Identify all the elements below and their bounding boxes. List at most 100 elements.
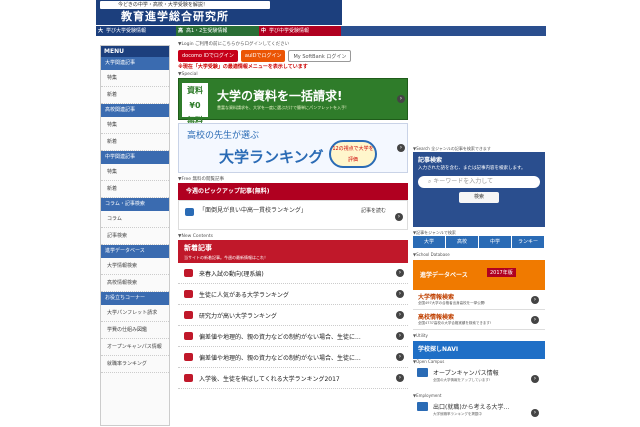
chevron-right-icon: › [396,332,404,340]
list-item[interactable]: 偏差値や地理的、親の資力などの制約がない場合、生徒に... › [178,326,408,347]
highschool-search-item[interactable]: 高校情報検索 全国4737高校の大学合格実績を検索できます! › [413,310,545,330]
tagline: 今どきの中学・高校・大学受験を解説！ [100,1,270,9]
year-badge: 2017年版 [487,268,516,277]
utility-bar-label: ▼Utility [413,333,428,338]
tab-label: 学び大学受験情報 [106,28,147,34]
open-campus-item[interactable]: オープンキャンパス情報 全国の大学情報をアップしています! › [413,365,545,393]
sidebar-item-employment[interactable]: 就職率ランキング [101,356,169,373]
paid-tag-icon [184,269,193,277]
chevron-right-icon: › [397,95,405,103]
sidebar-item-pamphlet[interactable]: 大学パンフレット請求 [101,305,169,322]
pickup-title: 「面倒見が良い中高一貫校ランキング」 [199,207,307,214]
chevron-right-icon: › [397,144,405,152]
banner-headline: 大学ランキング [219,148,324,166]
article-title: 入学後、生徒を伸ばしてくれる大学ランキング2017 [199,375,340,383]
tab-juniorhigh[interactable]: 中 学び中学受験情報 [259,26,341,36]
sidebar-item-tuition[interactable]: 学費の仕組み図鑑 [101,322,169,339]
keyword-search-desc: 入力された語を含む、または記事内容を検索します。 [418,166,526,171]
tab-kanji: 高 [178,28,184,34]
sidebar-section-column[interactable]: コラム・記事検索 [101,198,169,211]
search-input[interactable]: ⌕ キーワードを入力して [418,176,540,188]
event-title: 出口(就職)から考える大学... [433,404,510,411]
right-column: ▼Search 全ジャンルの記事を検索できます 記事検索 入力された語を含む、ま… [413,41,545,427]
paid-tag-icon [184,353,193,361]
chevron-right-icon: › [396,374,404,382]
ranking-banner[interactable]: 高校の先生が選ぶ 大学ランキング 12の視点で大学を評価 › [178,123,408,173]
employment-item[interactable]: 出口(就職)から考える大学... 大学就職率ランキングを掲載中 › [413,399,545,427]
tab-label: 高1・2生受験情報 [186,28,228,34]
sidebar-menu: MENU 大学関連記事 特集 新着 高校関連記事 特集 新着 中学関連記事 特集… [100,45,170,426]
database-banner[interactable]: 進学データベース 2017年版 [413,260,545,290]
au-login-button[interactable]: auIDでログイン [240,49,286,62]
top-nav: 大 学び大学受験情報 高 高1・2生受験情報 中 学び中学受験情報 [96,26,546,36]
free-bar: ▼Free 無料の閲覧記事 [178,177,224,182]
article-title: 研究力が高い大学ランキング [199,312,277,320]
sidebar-item-highschool-feature[interactable]: 特集 [101,117,169,134]
nav-filler [341,26,546,36]
list-item[interactable]: 研究力が高い大学ランキング › [178,305,408,326]
genre-university[interactable]: 大学 [413,236,446,248]
sidebar-section-juniorhigh[interactable]: 中学関連記事 [101,151,169,164]
ranking-badge: 12の視点で大学を評価 [329,140,377,168]
tab-university[interactable]: 大 学び大学受験情報 [96,26,176,36]
pickup-article[interactable]: 「面倒見が良い中高一貫校ランキング」 記事を読む › [178,200,408,230]
sidebar-item-highschool-new[interactable]: 新着 [101,134,169,151]
tab-highschool[interactable]: 高 高1・2生受験情報 [176,26,259,36]
sidebar-item-column[interactable]: コラム [101,211,169,228]
sidebar-section-university[interactable]: 大学関連記事 [101,57,169,70]
paid-tag-icon [184,332,193,340]
university-search-item[interactable]: 大学情報検索 全国497大学の合格者出身高校を一挙公開! › [413,290,545,310]
sidebar-item-juniorhigh-new[interactable]: 新着 [101,181,169,198]
article-title: 生徒に人気がある大学ランキング [199,291,289,299]
list-item[interactable]: 来春入試の動向(理系編) › [178,263,408,284]
chevron-right-icon: › [531,316,539,324]
database-title: 進学データベース [420,272,468,279]
event-title: オープンキャンパス情報 [433,370,499,377]
new-articles-heading: 新着記事 当サイトの新着記事。今週の最新情報はこれ！ [178,240,408,263]
sidebar-item-university-new[interactable]: 新着 [101,87,169,104]
sidebar-item-university-feature[interactable]: 特集 [101,70,169,87]
notice-text: ※現在「大学受験」の最適情報メニューを表示しています [178,64,308,70]
tab-kanji: 中 [261,28,267,34]
new-icon [417,402,428,411]
paid-tag-icon [184,290,193,298]
softbank-login-button[interactable]: My SoftBank ログイン [288,49,352,62]
list-item[interactable]: 生徒に人気がある大学ランキング › [178,284,408,305]
login-bar: ▼Login ご利用の前にこちらからログインしてください [178,42,290,47]
sidebar-item-juniorhigh-feature[interactable]: 特集 [101,164,169,181]
list-item[interactable]: 入学後、生徒を伸ばしてくれる大学ランキング2017 › [178,368,408,389]
brochure-request-banner[interactable]: 資料¥0 無料 大学の資料を一括請求! 豊富な資料請求を、大学を一度に選ぶだけで… [178,78,408,125]
free-badge: 資料¥0 無料 [182,83,208,125]
sidebar-item-article-search[interactable]: 記事検索 [101,228,169,245]
article-title: 偏差値や地理的、親の資力などの制約がない場合、生徒に... [199,354,361,362]
read-article-link[interactable]: 記事を読む [361,207,386,214]
site-logo[interactable]: 教育進学総合研究所 [121,10,229,24]
chevron-right-icon: › [395,213,403,221]
list-item[interactable]: 偏差値や地理的、親の資力などの制約がない場合、生徒に... › [178,347,408,368]
genre-highschool[interactable]: 高校 [446,236,479,248]
sidebar-item-open-campus[interactable]: オープンキャンパス情報 [101,339,169,356]
menu-title: MENU [101,46,169,57]
paid-tag-icon [184,374,193,382]
event-desc: 大学就職率ランキングを掲載中 [433,412,482,416]
sidebar-section-useful[interactable]: お役立ちコーナー [101,292,169,305]
genre-juniorhigh[interactable]: 中学 [479,236,512,248]
sidebar-item-highschool-search[interactable]: 高校情報検索 [101,275,169,292]
tab-kanji: 大 [98,28,104,34]
genre-ranking[interactable]: ランキー [512,236,545,248]
sidebar-section-database[interactable]: 進学データベース [101,245,169,258]
chevron-right-icon: › [531,375,539,383]
search-button[interactable]: 検索 [459,192,499,203]
school-navi-banner[interactable]: 学校探しNAVI [413,341,545,359]
db-item-desc: 全国497大学の合格者出身高校を一挙公開! [418,301,486,305]
sidebar-item-university-search[interactable]: 大学情報検索 [101,258,169,275]
article-title: 偏差値や地理的、親の資力などの制約がない場合、生徒に... [199,333,361,341]
login-buttons: docomo IDでログイン auIDでログイン My SoftBank ログイ… [178,48,408,63]
new-subtitle: 当サイトの新着記事。今週の最新情報はこれ！ [184,255,268,260]
pickup-heading: 今週のピックアップ記事(無料) [178,183,408,200]
banner-subtext: 豊富な資料請求を、大学を一度に選ぶだけで簡単にパンフレットを入手! [217,105,347,110]
chevron-right-icon: › [531,409,539,417]
docomo-login-button[interactable]: docomo IDでログイン [178,49,238,62]
sidebar-section-highschool[interactable]: 高校関連記事 [101,104,169,117]
new-title: 新着記事 [184,244,212,252]
